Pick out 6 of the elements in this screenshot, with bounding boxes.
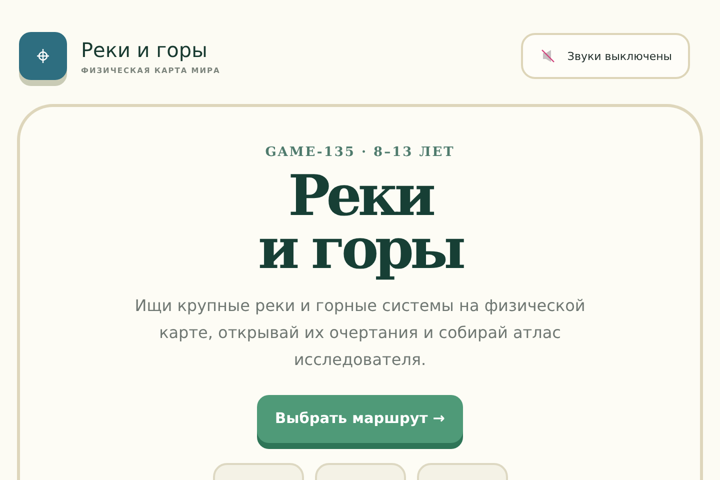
crosshair-icon xyxy=(36,48,50,64)
muted-speaker-icon xyxy=(541,49,556,63)
app-title: Реки и горы xyxy=(81,38,208,62)
hero-description: Ищи крупные реки и горные системы на физической карте, открывай их очертания и собирай атлас исследователя. xyxy=(134,295,586,371)
sound-toggle-button[interactable]: Звуки выключены xyxy=(521,33,690,79)
age-label: GAME-135 · 8–13 ЛЕТ xyxy=(265,145,455,160)
